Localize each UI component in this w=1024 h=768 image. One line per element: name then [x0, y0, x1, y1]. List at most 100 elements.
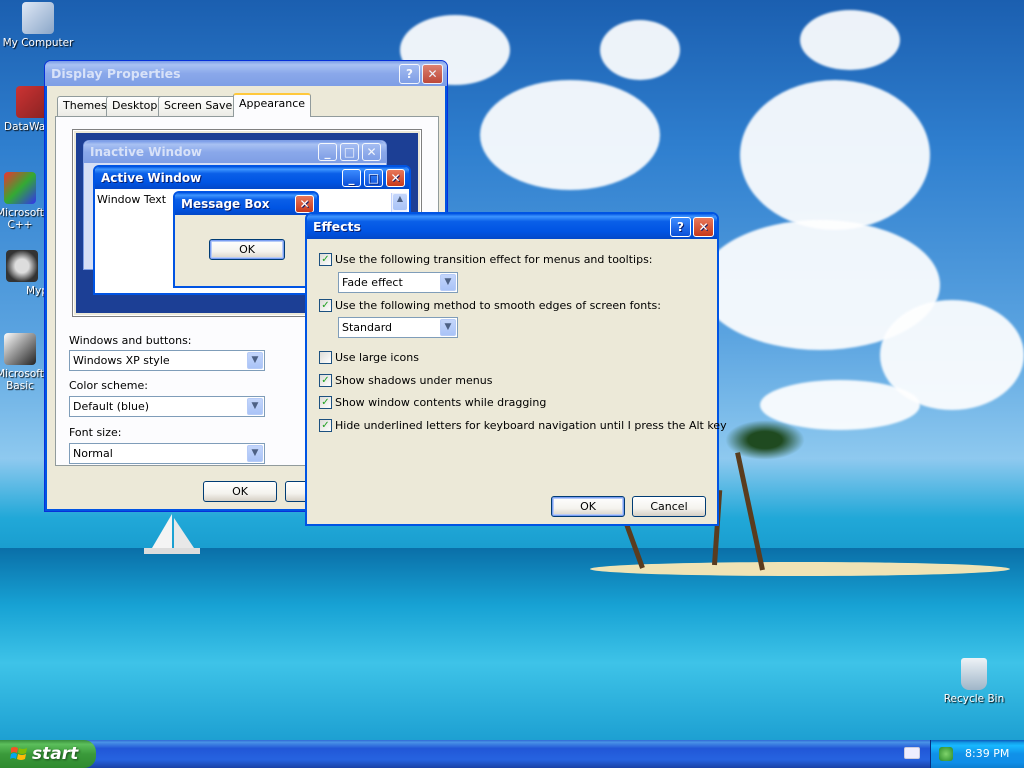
desktop-icon-recycle-bin[interactable]: Recycle Bin — [938, 658, 1010, 705]
chevron-down-icon: ▼ — [247, 398, 263, 415]
windows-buttons-label: Windows and buttons: — [69, 334, 192, 347]
tab-label: Screen Saver — [164, 99, 237, 112]
preview-window-text: Window Text — [97, 193, 167, 206]
preview-msgbox-title: Message Box — [181, 197, 270, 211]
preview-msgbox-titlebar: Message Box ✕ — [175, 193, 317, 215]
tab-appearance[interactable]: Appearance — [233, 93, 312, 117]
tab-themes[interactable]: Themes — [57, 96, 113, 116]
effects-ok-button[interactable]: OK — [551, 496, 625, 517]
display-properties-titlebar[interactable]: Display Properties ? ✕ — [45, 61, 447, 86]
preview-message-box: Message Box ✕ OK — [173, 191, 319, 288]
scroll-up-icon: ▲ — [393, 194, 407, 210]
window-title: Effects — [313, 219, 361, 234]
close-icon: ✕ — [386, 169, 405, 187]
desktop-icon-microsoft-basic[interactable]: Microsoft Basic — [0, 333, 48, 392]
palm-leaves — [725, 420, 805, 460]
desktop-icon-label: My Computer — [2, 37, 74, 49]
tab-label: Themes — [63, 99, 107, 112]
tab-label: Appearance — [239, 97, 306, 110]
desktop-icon-label: DataWa — [4, 121, 46, 133]
option-label: Hide underlined letters for keyboard nav… — [335, 419, 727, 432]
desktop-icon-my-computer[interactable]: My Computer — [2, 2, 74, 49]
desktop-icon-label: Microsoft Basic — [0, 368, 44, 392]
font-size-select[interactable]: Normal ▼ — [69, 443, 265, 464]
start-button[interactable]: start — [0, 740, 96, 768]
close-button[interactable]: ✕ — [422, 64, 443, 84]
help-icon: ? — [677, 220, 684, 234]
hide-underlines-checkbox[interactable]: ✓ — [319, 419, 332, 432]
desktop-icon-label: Microsoft C++ — [0, 207, 44, 231]
option-label: Use large icons — [335, 351, 419, 364]
button-label: OK — [239, 243, 255, 256]
large-icons-checkbox[interactable] — [319, 351, 332, 364]
effects-cancel-button[interactable]: Cancel — [632, 496, 706, 517]
button-label: OK — [232, 485, 248, 498]
cloud — [800, 10, 900, 70]
help-button[interactable]: ? — [670, 217, 691, 237]
tab-screen-saver[interactable]: Screen Saver — [158, 96, 243, 116]
ok-button[interactable]: OK — [203, 481, 277, 502]
option-label: Show shadows under menus — [335, 374, 493, 387]
clock[interactable]: 8:39 PM — [965, 740, 1009, 768]
tab-label: Desktop — [112, 99, 158, 112]
keyboard-icon[interactable] — [904, 747, 920, 759]
windows-buttons-select[interactable]: Windows XP style ▼ — [69, 350, 265, 371]
drag-contents-checkbox[interactable]: ✓ — [319, 396, 332, 409]
desktop: My Computer DataWa Microsoft C++ Myp Mic… — [0, 0, 1024, 740]
chevron-down-icon: ▼ — [440, 274, 456, 291]
close-icon: ✕ — [362, 143, 381, 161]
maximize-icon: □ — [364, 169, 383, 187]
minimize-icon: _ — [318, 143, 337, 161]
color-scheme-label: Color scheme: — [69, 379, 148, 392]
taskbar: start 8:39 PM — [0, 740, 1024, 768]
select-value: Windows XP style — [73, 354, 170, 367]
cloud — [600, 20, 680, 80]
button-label: Cancel — [650, 500, 688, 513]
start-label: start — [32, 744, 79, 764]
option-label: Show window contents while dragging — [335, 396, 547, 409]
smooth-fonts-checkbox[interactable]: ✓ — [319, 299, 332, 312]
smoothing-method-select[interactable]: Standard ▼ — [338, 317, 458, 338]
cloud — [740, 80, 930, 230]
desktop-icon-microsoft-cpp[interactable]: Microsoft C++ — [0, 172, 48, 231]
window-title: Display Properties — [51, 66, 181, 81]
preview-active-titlebar: Active Window _ □ ✕ — [95, 167, 409, 189]
sea — [0, 548, 1024, 740]
close-icon: ✕ — [427, 67, 438, 81]
application-icon — [4, 333, 36, 365]
color-scheme-select[interactable]: Default (blue) ▼ — [69, 396, 265, 417]
island — [590, 562, 1010, 576]
preview-inactive-title: Inactive Window — [90, 145, 203, 159]
desktop-icon-label: Recycle Bin — [943, 693, 1005, 705]
help-button[interactable]: ? — [399, 64, 420, 84]
maximize-icon: □ — [340, 143, 359, 161]
minimize-icon: _ — [342, 169, 361, 187]
system-tray: 8:39 PM — [930, 740, 1024, 768]
preview-inactive-titlebar: Inactive Window _ □ ✕ — [84, 141, 386, 163]
select-value: Fade effect — [342, 276, 403, 289]
close-icon: ✕ — [295, 195, 314, 213]
close-button[interactable]: ✕ — [693, 217, 714, 237]
recycle-bin-icon — [961, 658, 987, 690]
option-label: Use the following method to smooth edges… — [335, 299, 661, 312]
effects-titlebar[interactable]: Effects ? ✕ — [307, 214, 717, 239]
preview-ok-button: OK — [209, 239, 285, 260]
select-value: Normal — [73, 447, 113, 460]
select-value: Default (blue) — [73, 400, 150, 413]
safely-remove-hardware-icon[interactable] — [939, 747, 953, 761]
menu-shadows-checkbox[interactable]: ✓ — [319, 374, 332, 387]
chevron-down-icon: ▼ — [247, 352, 263, 369]
help-icon: ? — [406, 67, 413, 81]
chevron-down-icon: ▼ — [440, 319, 456, 336]
transition-effect-checkbox[interactable]: ✓ — [319, 253, 332, 266]
chevron-down-icon: ▼ — [247, 445, 263, 462]
option-label: Use the following transition effect for … — [335, 253, 653, 266]
close-icon: ✕ — [698, 220, 709, 234]
effects-dialog: Effects ? ✕ ✓ Use the following transiti… — [305, 212, 727, 526]
windows-logo-icon — [10, 747, 27, 760]
computer-icon — [22, 2, 54, 34]
tab-desktop[interactable]: Desktop — [106, 96, 164, 116]
transition-effect-select[interactable]: Fade effect ▼ — [338, 272, 458, 293]
preview-active-title: Active Window — [101, 171, 202, 185]
font-size-label: Font size: — [69, 426, 122, 439]
